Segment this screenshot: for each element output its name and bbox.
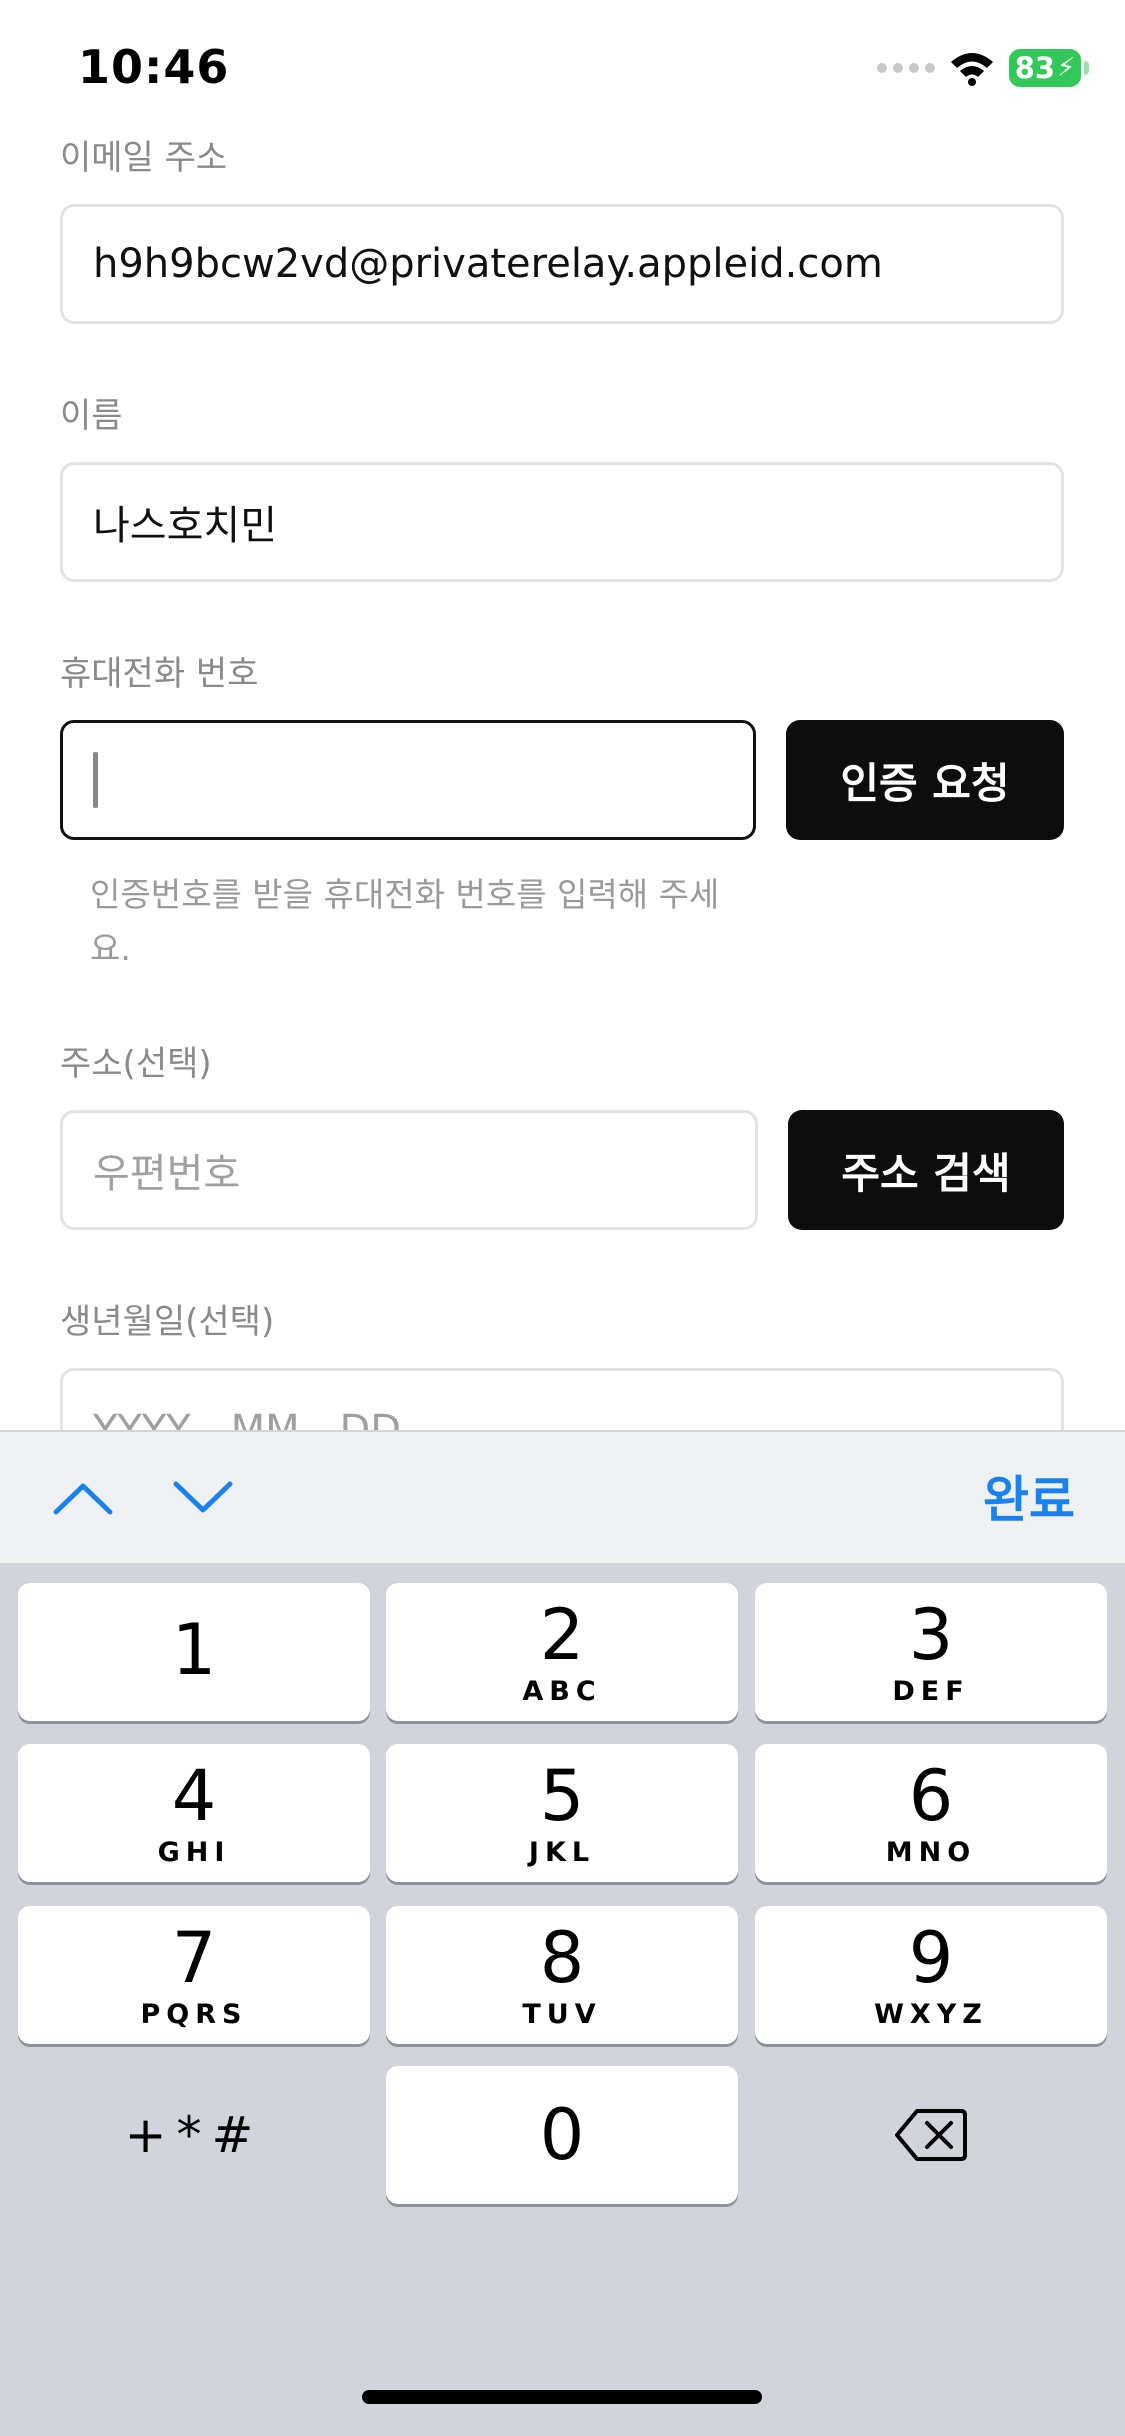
chevron-down-icon <box>173 1481 233 1513</box>
wifi-icon <box>951 53 993 86</box>
done-button[interactable]: 완료 <box>983 1460 1075 1532</box>
charging-bolt-icon: ⚡ <box>1057 53 1076 83</box>
key-8[interactable]: 8 TUV <box>386 1906 738 2044</box>
birthdate-input[interactable]: YYYY - MM - DD <box>60 1368 1064 1430</box>
phone-helper-text: 인증번호를 받을 휴대전화 번호를 입력해 주세요. <box>90 875 720 968</box>
cellular-signal-icon <box>877 63 935 73</box>
verification-request-button[interactable]: 인증 요청 <box>786 720 1064 840</box>
address-search-button[interactable]: 주소 검색 <box>788 1110 1064 1230</box>
key-0[interactable]: 0 <box>386 2066 738 2204</box>
key-3[interactable]: 3 DEF <box>755 1583 1107 1721</box>
phone-input[interactable] <box>60 720 756 840</box>
name-label: 이름 <box>60 396 123 436</box>
key-9[interactable]: 9 WXYZ <box>755 1906 1107 2044</box>
key-7[interactable]: 7 PQRS <box>18 1906 370 2044</box>
status-bar: 10:46 83 ⚡ <box>0 0 1125 140</box>
postal-code-input[interactable]: 우편번호 <box>60 1110 758 1230</box>
key-delete[interactable] <box>755 2066 1107 2204</box>
chevron-up-icon <box>53 1483 113 1515</box>
previous-field-button[interactable] <box>48 1468 118 1528</box>
text-caret <box>93 752 98 808</box>
battery-level: 83 <box>1014 51 1056 85</box>
key-5[interactable]: 5 JKL <box>386 1744 738 1882</box>
key-6[interactable]: 6 MNO <box>755 1744 1107 1882</box>
name-value: 나스호치민 <box>93 503 277 549</box>
battery-icon: 83 ⚡ <box>1009 49 1089 87</box>
phone-label: 휴대전화 번호 <box>60 654 259 694</box>
key-1[interactable]: 1 <box>18 1583 370 1721</box>
birthdate-placeholder: YYYY - MM - DD <box>93 1407 402 1430</box>
status-indicators: 83 ⚡ <box>877 48 1089 88</box>
email-field[interactable]: h9h9bcw2vd@privaterelay.appleid.com <box>60 204 1064 324</box>
next-field-button[interactable] <box>168 1468 238 1528</box>
name-field[interactable]: 나스호치민 <box>60 462 1064 582</box>
postal-code-placeholder: 우편번호 <box>93 1151 241 1197</box>
symbols-label: +*# <box>124 2106 264 2164</box>
address-label: 주소(선택) <box>60 1044 212 1084</box>
backspace-icon <box>895 2109 967 2161</box>
email-value: h9h9bcw2vd@privaterelay.appleid.com <box>93 241 883 287</box>
home-indicator[interactable] <box>362 2390 762 2404</box>
status-time: 10:46 <box>78 40 230 94</box>
key-4[interactable]: 4 GHI <box>18 1744 370 1882</box>
key-2[interactable]: 2 ABC <box>386 1583 738 1721</box>
signup-form: 이메일 주소 h9h9bcw2vd@privaterelay.appleid.c… <box>0 0 1125 1430</box>
keyboard-accessory-bar: 완료 <box>0 1430 1125 1563</box>
numeric-keypad: 1 2 ABC 3 DEF 4 GHI 5 JKL 6 MNO 7 PQRS 8… <box>0 1563 1125 2436</box>
birthdate-label: 생년월일(선택) <box>60 1302 275 1342</box>
key-symbols[interactable]: +*# <box>18 2066 370 2204</box>
